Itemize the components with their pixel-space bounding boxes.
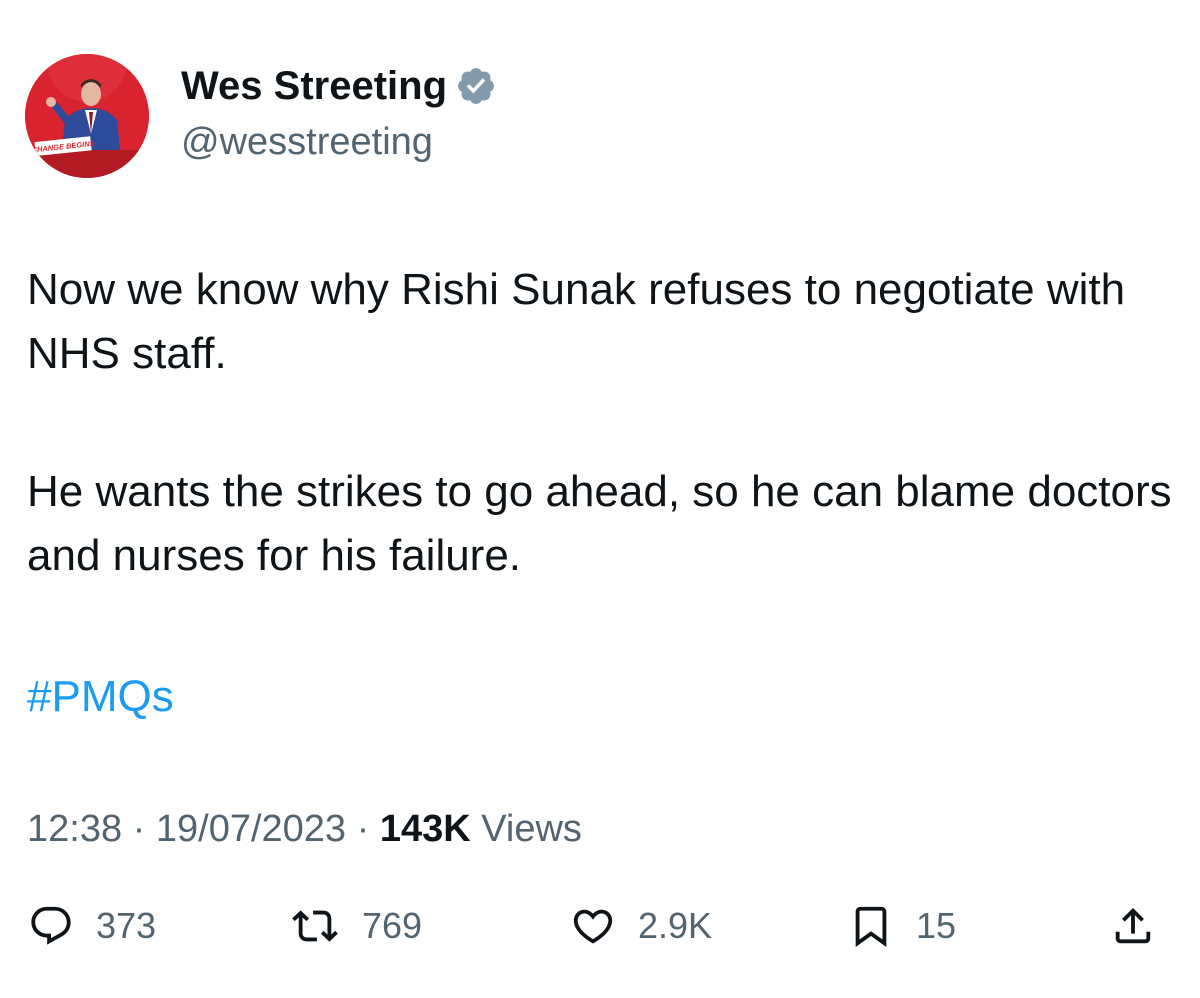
views-count[interactable]: 143K	[380, 808, 471, 850]
display-name-text: Wes Streeting	[181, 64, 447, 108]
reply-button[interactable]: 373	[28, 898, 156, 954]
share-icon	[1115, 907, 1151, 944]
author-display-name[interactable]: Wes Streeting	[181, 62, 497, 110]
hashtag-link[interactable]: #PMQs	[27, 665, 174, 729]
avatar-image: CHANGE BEGINS	[25, 54, 149, 178]
reply-icon	[31, 906, 71, 945]
meta-separator: ·	[132, 808, 146, 850]
reply-count: 373	[96, 905, 157, 946]
tweet-text: Now we know why Rishi Sunak refuses to n…	[27, 258, 1177, 588]
heart-icon	[573, 909, 613, 944]
bookmark-button[interactable]: 15	[848, 898, 956, 954]
tweet-date[interactable]: 19/07/2023	[156, 808, 346, 850]
tweet-time[interactable]: 12:38	[27, 808, 122, 850]
retweet-icon	[292, 910, 338, 942]
bookmark-count: 15	[916, 905, 957, 946]
like-count: 2.9K	[638, 905, 713, 946]
verified-badge-icon	[458, 68, 494, 104]
like-button[interactable]: 2.9K	[570, 898, 712, 954]
tweet-paragraph: He wants the strikes to go ahead, so he …	[27, 467, 1172, 580]
share-button[interactable]	[1110, 898, 1156, 954]
meta-separator: ·	[356, 808, 370, 850]
bookmark-icon	[855, 906, 887, 947]
avatar[interactable]: CHANGE BEGINS	[25, 54, 149, 178]
retweet-button[interactable]: 769	[290, 898, 422, 954]
tweet-paragraph: Now we know why Rishi Sunak refuses to n…	[27, 265, 1126, 378]
author-handle[interactable]: @wesstreeting	[181, 118, 433, 166]
tweet-meta: 12:38 · 19/07/2023 · 143K Views	[27, 805, 582, 853]
views-label: Views	[481, 808, 582, 850]
retweet-count: 769	[362, 905, 423, 946]
